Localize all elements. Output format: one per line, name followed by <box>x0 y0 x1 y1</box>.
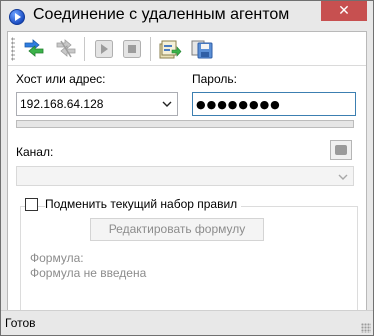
password-label: Пароль: <box>192 72 237 86</box>
save-button[interactable] <box>190 37 214 61</box>
save-icon <box>191 40 213 59</box>
formula-label: Формула: <box>30 251 84 265</box>
toolbar-separator <box>150 37 151 61</box>
status-text: Готов <box>5 316 36 330</box>
channel-settings-button[interactable] <box>330 140 352 160</box>
formula-status: Формула не введена <box>30 266 147 280</box>
host-combobox[interactable]: 192.168.64.128 <box>16 92 178 116</box>
stop-icon <box>123 40 141 58</box>
host-value: 192.168.64.128 <box>20 97 104 111</box>
toolbar <box>8 32 366 66</box>
host-label: Хост или адрес: <box>16 72 106 86</box>
replace-rules-label[interactable]: Подменить текущий набор правил <box>45 197 242 211</box>
stop-button[interactable] <box>120 37 144 61</box>
edit-formula-button[interactable]: Редактировать формулу <box>90 218 264 241</box>
play-icon <box>95 40 113 58</box>
client-area: Хост или адрес: 192.168.64.128 Пароль: ●… <box>7 31 367 329</box>
status-bar: Готов <box>1 310 373 335</box>
connect-icon <box>24 39 44 57</box>
connection-progress-bar <box>16 120 354 128</box>
chevron-down-icon[interactable] <box>337 171 349 183</box>
channel-label: Канал: <box>16 145 54 159</box>
disconnect-button[interactable] <box>54 37 78 61</box>
open-button[interactable] <box>158 37 182 61</box>
replace-rules-checkbox[interactable] <box>25 198 38 211</box>
chevron-down-icon[interactable] <box>161 98 173 110</box>
channel-combobox[interactable] <box>16 166 354 186</box>
title-bar[interactable]: Соединение с удаленным агентом ✕ <box>1 1 373 31</box>
disconnect-icon <box>56 39 76 58</box>
toolbar-grip-icon[interactable] <box>11 37 15 61</box>
app-icon <box>9 9 25 25</box>
open-icon <box>159 40 182 59</box>
window-title: Соединение с удаленным агентом <box>33 6 290 23</box>
connection-window: Соединение с удаленным агентом ✕ Хост ил… <box>0 0 374 336</box>
connect-button[interactable] <box>22 37 46 61</box>
password-value: ●●●●●●●● <box>196 98 281 111</box>
toolbar-separator <box>84 37 85 61</box>
play-button[interactable] <box>92 37 116 61</box>
resize-grip-icon[interactable] <box>361 323 371 333</box>
close-button[interactable]: ✕ <box>321 1 367 21</box>
password-field[interactable]: ●●●●●●●● <box>192 92 356 116</box>
